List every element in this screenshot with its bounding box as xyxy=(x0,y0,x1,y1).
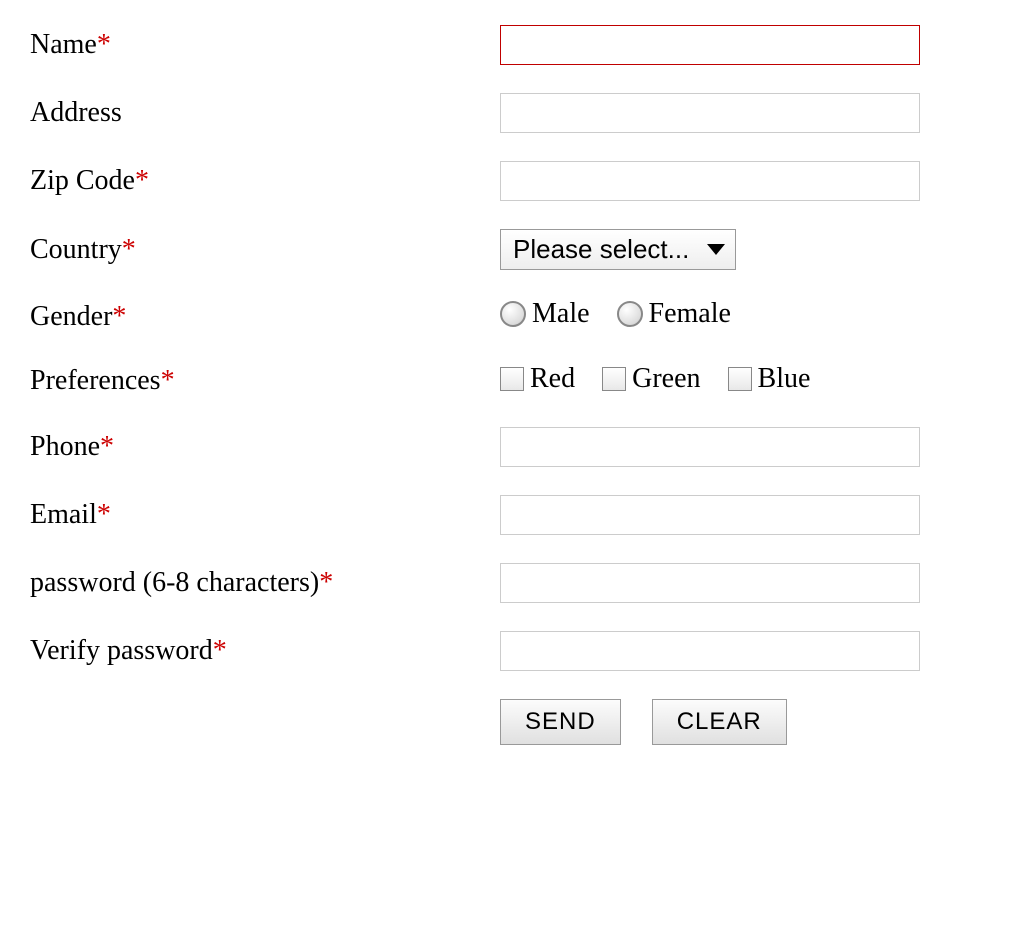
country-select-value: Please select... xyxy=(513,234,689,265)
password-control xyxy=(500,563,987,603)
zip-label: Zip Code* xyxy=(30,165,500,197)
radio-icon xyxy=(500,301,526,327)
verify-label-text: Verify password xyxy=(30,635,213,666)
row-password: password (6-8 characters)* xyxy=(30,563,987,603)
row-country: Country* Please select... xyxy=(30,229,987,270)
checkbox-icon xyxy=(500,367,524,391)
zip-label-text: Zip Code xyxy=(30,165,135,196)
gender-female-label: Female xyxy=(649,298,731,330)
preferences-label: Preferences* xyxy=(30,365,500,397)
required-marker: * xyxy=(100,431,114,462)
country-label-text: Country xyxy=(30,234,122,265)
pref-red-option[interactable]: Red xyxy=(500,363,575,395)
row-preferences: Preferences* Red Green Blue xyxy=(30,363,987,399)
phone-control xyxy=(500,427,987,467)
pref-green-label: Green xyxy=(632,363,700,395)
clear-button[interactable]: CLEAR xyxy=(652,699,787,745)
required-marker: * xyxy=(161,365,175,396)
password-label-text: password (6-8 characters) xyxy=(30,567,319,598)
required-marker: * xyxy=(213,635,227,666)
email-input[interactable] xyxy=(500,495,920,535)
email-control xyxy=(500,495,987,535)
name-label-text: Name xyxy=(30,29,97,60)
name-input[interactable] xyxy=(500,25,920,65)
password-input[interactable] xyxy=(500,563,920,603)
zip-input[interactable] xyxy=(500,161,920,201)
name-control xyxy=(500,25,987,65)
required-marker: * xyxy=(319,567,333,598)
phone-label: Phone* xyxy=(30,431,500,463)
gender-label-text: Gender xyxy=(30,301,112,332)
registration-form: Name* Address Zip Code* Country* Please … xyxy=(30,25,987,745)
row-gender: Gender* Male Female xyxy=(30,298,987,335)
required-marker: * xyxy=(112,301,126,332)
phone-label-text: Phone xyxy=(30,431,100,462)
gender-male-option[interactable]: Male xyxy=(500,298,590,330)
verify-input[interactable] xyxy=(500,631,920,671)
send-button[interactable]: SEND xyxy=(500,699,621,745)
phone-input[interactable] xyxy=(500,427,920,467)
pref-red-label: Red xyxy=(530,363,575,395)
password-label: password (6-8 characters)* xyxy=(30,567,500,599)
name-label: Name* xyxy=(30,29,500,61)
country-control: Please select... xyxy=(500,229,987,270)
checkbox-icon xyxy=(602,367,626,391)
address-label: Address xyxy=(30,97,500,129)
row-verify: Verify password* xyxy=(30,631,987,671)
address-input[interactable] xyxy=(500,93,920,133)
country-label: Country* xyxy=(30,234,500,266)
gender-male-label: Male xyxy=(532,298,590,330)
radio-icon xyxy=(617,301,643,327)
email-label: Email* xyxy=(30,499,500,531)
pref-blue-option[interactable]: Blue xyxy=(728,363,811,395)
pref-blue-label: Blue xyxy=(758,363,811,395)
verify-control xyxy=(500,631,987,671)
required-marker: * xyxy=(97,29,111,60)
email-label-text: Email xyxy=(30,499,97,530)
row-phone: Phone* xyxy=(30,427,987,467)
row-buttons: SEND CLEAR xyxy=(30,699,987,745)
gender-female-option[interactable]: Female xyxy=(617,298,731,330)
preferences-label-text: Preferences xyxy=(30,365,161,396)
address-control xyxy=(500,93,987,133)
checkbox-icon xyxy=(728,367,752,391)
required-marker: * xyxy=(135,165,149,196)
row-name: Name* xyxy=(30,25,987,65)
preferences-control: Red Green Blue xyxy=(500,363,987,399)
zip-control xyxy=(500,161,987,201)
address-label-text: Address xyxy=(30,97,122,128)
required-marker: * xyxy=(97,499,111,530)
row-zip: Zip Code* xyxy=(30,161,987,201)
verify-label: Verify password* xyxy=(30,635,500,667)
buttons-control: SEND CLEAR xyxy=(500,699,987,745)
required-marker: * xyxy=(122,234,136,265)
chevron-down-icon xyxy=(707,244,725,255)
country-select[interactable]: Please select... xyxy=(500,229,736,270)
gender-label: Gender* xyxy=(30,301,500,333)
pref-green-option[interactable]: Green xyxy=(602,363,700,395)
gender-control: Male Female xyxy=(500,298,987,335)
row-email: Email* xyxy=(30,495,987,535)
row-address: Address xyxy=(30,93,987,133)
